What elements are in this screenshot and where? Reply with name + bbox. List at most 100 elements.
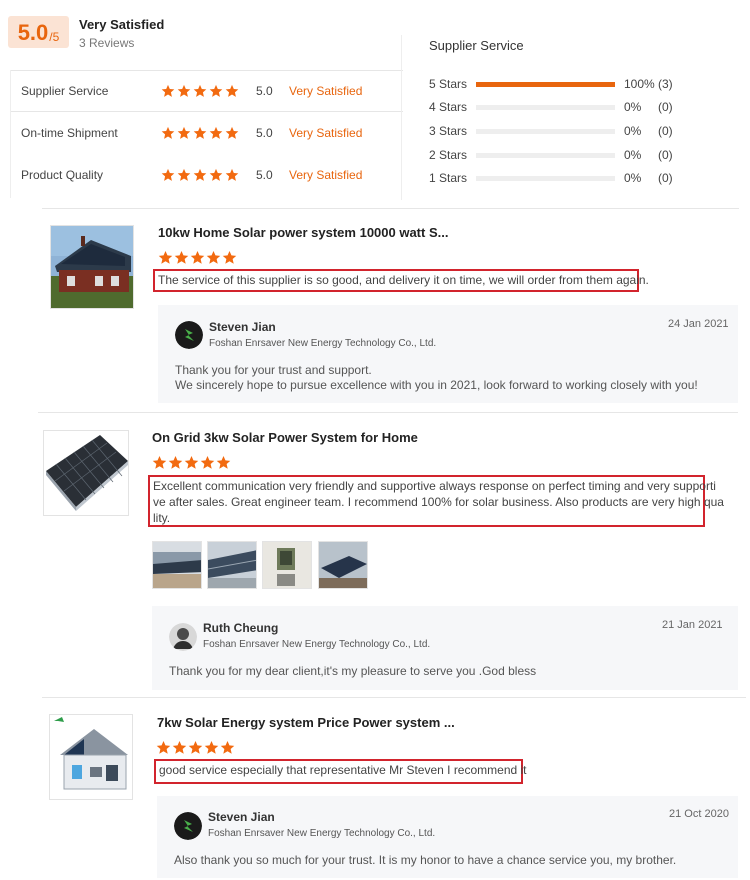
star-icon xyxy=(177,84,191,98)
star-icon xyxy=(188,740,203,755)
review-photo-thumbnail[interactable] xyxy=(152,541,202,589)
supplier-reply: Steven Jian Foshan Enrsaver New Energy T… xyxy=(157,796,738,878)
distribution-row-4: 4 Stars 0% (0) xyxy=(429,99,688,115)
reply-author-name: Ruth Cheung xyxy=(203,621,279,635)
distribution-row-3: 3 Stars 0% (0) xyxy=(429,123,688,139)
star-icon xyxy=(220,740,235,755)
user-avatar xyxy=(169,623,197,651)
supplier-logo-avatar xyxy=(175,321,203,349)
dist-bar xyxy=(476,128,615,134)
score-denominator: /5 xyxy=(49,30,60,44)
star-icon xyxy=(193,84,207,98)
dist-bar xyxy=(476,81,615,87)
reply-company: Foshan Enrsaver New Energy Technology Co… xyxy=(209,338,437,349)
star-icon xyxy=(184,455,199,470)
review-text: Excellent communication very friendly an… xyxy=(148,475,724,527)
distribution-row-5: 5 Stars 100% (3) xyxy=(429,76,688,92)
dist-percent: 100% xyxy=(624,77,655,91)
product-title-link[interactable]: On Grid 3kw Solar Power System for Home xyxy=(152,430,418,445)
overall-score-badge: 5.0 /5 xyxy=(8,16,69,48)
summary-value: 5.0 xyxy=(256,168,273,182)
dist-count: (0) xyxy=(658,124,673,138)
star-icon xyxy=(193,126,207,140)
summary-desc: Very Satisfied xyxy=(289,126,363,140)
panel-mount-photo xyxy=(208,542,256,588)
summary-row-product-quality[interactable]: Product Quality 5.0 Very Satisfied xyxy=(11,154,403,196)
summary-value: 5.0 xyxy=(256,84,273,98)
review-star-rating xyxy=(156,740,236,755)
solar-house-diagram-image xyxy=(50,715,132,799)
dist-count: (0) xyxy=(658,148,673,162)
product-title-link[interactable]: 10kw Home Solar power system 10000 watt … xyxy=(158,225,448,240)
divider xyxy=(38,412,738,413)
dist-percent: 0% xyxy=(624,148,642,162)
star-icon xyxy=(177,168,191,182)
summary-desc: Very Satisfied xyxy=(289,168,363,182)
product-thumbnail[interactable] xyxy=(43,430,129,516)
star-icon xyxy=(172,740,187,755)
summary-value: 5.0 xyxy=(256,126,273,140)
star-icon xyxy=(177,126,191,140)
divider xyxy=(42,208,739,209)
summary-row-on-time-shipment[interactable]: On-time Shipment 5.0 Very Satisfied xyxy=(11,112,403,154)
dist-label: 5 Stars xyxy=(429,77,468,91)
supplier-logo-avatar xyxy=(174,812,202,840)
product-thumbnail[interactable] xyxy=(50,225,134,309)
review-photo-thumbnail[interactable] xyxy=(318,541,368,589)
star-icon xyxy=(152,455,167,470)
star-rating xyxy=(161,168,256,182)
star-icon xyxy=(156,740,171,755)
star-icon xyxy=(222,250,237,265)
star-icon xyxy=(206,250,221,265)
review-text-line: ve after sales. Great engineer team. I r… xyxy=(153,495,724,509)
dist-percent: 0% xyxy=(624,171,642,185)
star-icon xyxy=(168,455,183,470)
star-icon xyxy=(200,455,215,470)
product-thumbnail[interactable] xyxy=(49,714,133,800)
inverter-photo xyxy=(263,542,311,588)
supplier-reply: Ruth Cheung Foshan Enrsaver New Energy T… xyxy=(152,606,738,690)
review-photo-thumbnail[interactable] xyxy=(207,541,257,589)
house-solar-image xyxy=(51,226,133,308)
reply-date: 24 Jan 2021 xyxy=(668,318,729,330)
star-icon xyxy=(161,84,175,98)
product-title-link[interactable]: 7kw Solar Energy system Price Power syst… xyxy=(157,715,455,730)
review-photo-thumbnail[interactable] xyxy=(262,541,312,589)
dist-label: 4 Stars xyxy=(429,100,468,114)
dist-count: (0) xyxy=(658,100,673,114)
dist-label: 1 Stars xyxy=(429,171,468,185)
summary-row-supplier-service[interactable]: Supplier Service 5.0 Very Satisfied xyxy=(11,70,403,112)
star-icon xyxy=(158,250,173,265)
roof-panels-photo xyxy=(153,542,201,588)
distribution-title: Supplier Service xyxy=(429,38,524,53)
reviews-count: 3 Reviews xyxy=(79,36,135,50)
review-text: The service of this supplier is so good,… xyxy=(153,269,649,292)
star-rating xyxy=(161,126,256,140)
star-icon xyxy=(161,168,175,182)
dist-percent: 0% xyxy=(624,100,642,114)
dist-count: (0) xyxy=(658,171,673,185)
reply-author-name: Steven Jian xyxy=(209,320,276,334)
star-icon xyxy=(209,168,223,182)
solar-panel-image xyxy=(44,431,128,515)
star-rating xyxy=(161,84,256,98)
summary-label: Product Quality xyxy=(21,168,104,182)
overall-rating-text: Very Satisfied xyxy=(79,17,165,32)
star-icon xyxy=(216,455,231,470)
star-icon xyxy=(174,250,189,265)
star-icon xyxy=(161,126,175,140)
distribution-row-2: 2 Stars 0% (0) xyxy=(429,147,688,163)
dist-bar xyxy=(476,175,615,181)
rooftop-array-photo xyxy=(319,542,367,588)
reply-company: Foshan Enrsaver New Energy Technology Co… xyxy=(208,828,436,839)
star-icon xyxy=(209,84,223,98)
reply-text: Also thank you so much for your trust. I… xyxy=(174,853,677,867)
reply-date: 21 Oct 2020 xyxy=(669,808,729,820)
star-icon xyxy=(225,168,239,182)
reply-company: Foshan Enrsaver New Energy Technology Co… xyxy=(203,639,431,650)
supplier-reply: Steven Jian Foshan Enrsaver New Energy T… xyxy=(158,305,738,403)
dist-count: (3) xyxy=(658,77,673,91)
review-star-rating xyxy=(158,250,238,265)
review-text-line: Excellent communication very friendly an… xyxy=(153,479,716,493)
summary-desc: Very Satisfied xyxy=(289,84,363,98)
